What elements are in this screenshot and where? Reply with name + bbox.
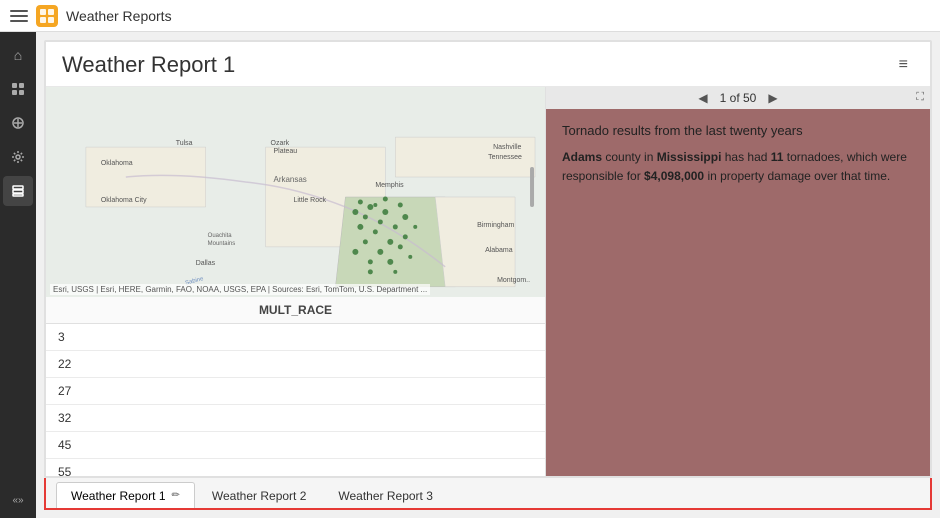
tab-label-1: Weather Report 1 <box>71 489 166 503</box>
prev-page-arrow[interactable]: ◀ <box>694 91 711 105</box>
tab-edit-icon-1[interactable]: ✏ <box>172 490 180 501</box>
map-attribution: Esri, USGS | Esri, HERE, Garmin, FAO, NO… <box>50 284 430 295</box>
damage-amount: $4,098,000 <box>644 169 704 183</box>
report-body: Tulsa Oklahoma Oklahoma City Ozark Plate… <box>46 87 930 476</box>
tab-weather-report-3[interactable]: Weather Report 3 <box>323 482 448 508</box>
app-title: Weather Reports <box>66 8 172 24</box>
expand-icon[interactable]: ⛶ <box>916 91 924 104</box>
svg-text:Ozark: Ozark <box>271 140 290 147</box>
report-title: Weather Report 1 <box>62 52 235 78</box>
table-row[interactable]: 22 <box>46 351 545 378</box>
pagination-label: 1 of 50 <box>720 91 757 105</box>
hamburger-menu-icon[interactable] <box>10 7 28 25</box>
pagination-bar: ◀ 1 of 50 ▶ ⛶ <box>546 87 930 109</box>
tab-weather-report-1[interactable]: Weather Report 1 ✏ <box>56 482 195 508</box>
sidebar-bottom: «» <box>3 490 33 510</box>
svg-text:Montgom..: Montgom.. <box>497 277 530 284</box>
table-row[interactable]: 45 <box>46 432 545 459</box>
svg-text:Alabama: Alabama <box>485 247 513 254</box>
tab-weather-report-2[interactable]: Weather Report 2 <box>197 482 322 508</box>
sidebar-home-icon[interactable]: ⌂ <box>3 40 33 70</box>
data-table[interactable]: MULT_RACE 3 22 27 32 45 55 59 <box>46 297 545 476</box>
left-panel: Tulsa Oklahoma Oklahoma City Ozark Plate… <box>46 87 546 476</box>
tornado-content: Tornado results from the last twenty yea… <box>546 109 930 476</box>
table-row[interactable]: 32 <box>46 405 545 432</box>
svg-text:Little Rock: Little Rock <box>294 197 327 204</box>
damage-suffix: in property damage over that time. <box>704 169 890 183</box>
svg-text:Nashville: Nashville <box>493 144 521 151</box>
svg-text:Oklahoma City: Oklahoma City <box>101 197 147 204</box>
tab-label-3: Weather Report 3 <box>338 489 433 503</box>
state-name: Mississippi <box>657 150 722 164</box>
county-name: Adams <box>562 150 602 164</box>
svg-text:Memphis: Memphis <box>375 182 404 189</box>
svg-text:Birmingham: Birmingham <box>477 222 514 229</box>
tornado-title: Tornado results from the last twenty yea… <box>562 123 914 138</box>
table-row[interactable]: 55 <box>46 459 545 476</box>
title-bar: Weather Reports <box>0 0 940 32</box>
svg-text:Oklahoma: Oklahoma <box>101 160 133 167</box>
next-page-arrow[interactable]: ▶ <box>764 91 781 105</box>
tornado-description: Adams county in Mississippi has had 11 t… <box>562 148 914 186</box>
table-row[interactable]: 3 <box>46 324 545 351</box>
sidebar: ⌂ <box>0 32 36 518</box>
content-area: Weather Report 1 ≡ <box>36 32 940 518</box>
svg-text:Dallas: Dallas <box>196 260 216 267</box>
svg-text:Tennessee: Tennessee <box>488 154 522 161</box>
app-logo <box>36 5 58 27</box>
report-container: Weather Report 1 ≡ <box>44 40 932 478</box>
svg-text:Plateau: Plateau <box>274 148 298 155</box>
table-column-header: MULT_RACE <box>46 297 545 324</box>
sidebar-pages-icon[interactable] <box>3 74 33 104</box>
map-area[interactable]: Tulsa Oklahoma Oklahoma City Ozark Plate… <box>46 87 545 297</box>
svg-text:Mountains: Mountains <box>208 241 236 247</box>
tabs-bar: Weather Report 1 ✏ Weather Report 2 Weat… <box>44 478 932 510</box>
svg-text:Tulsa: Tulsa <box>176 140 193 147</box>
sidebar-settings-icon[interactable] <box>3 142 33 172</box>
sidebar-layers-icon[interactable] <box>3 176 33 206</box>
report-menu-icon[interactable]: ≡ <box>893 54 914 76</box>
report-header: Weather Report 1 ≡ <box>46 42 930 87</box>
sidebar-circle-icon[interactable] <box>3 108 33 138</box>
right-panel: ◀ 1 of 50 ▶ ⛶ Tornado results from the l… <box>546 87 930 476</box>
tornado-count: 11 <box>771 150 784 164</box>
svg-text:Ouachita: Ouachita <box>208 233 233 239</box>
tab-label-2: Weather Report 2 <box>212 489 307 503</box>
table-row[interactable]: 27 <box>46 378 545 405</box>
svg-text:Arkansas: Arkansas <box>274 175 307 184</box>
sidebar-collapse-icon[interactable]: «» <box>3 490 33 510</box>
main-layout: ⌂ <box>0 32 940 518</box>
